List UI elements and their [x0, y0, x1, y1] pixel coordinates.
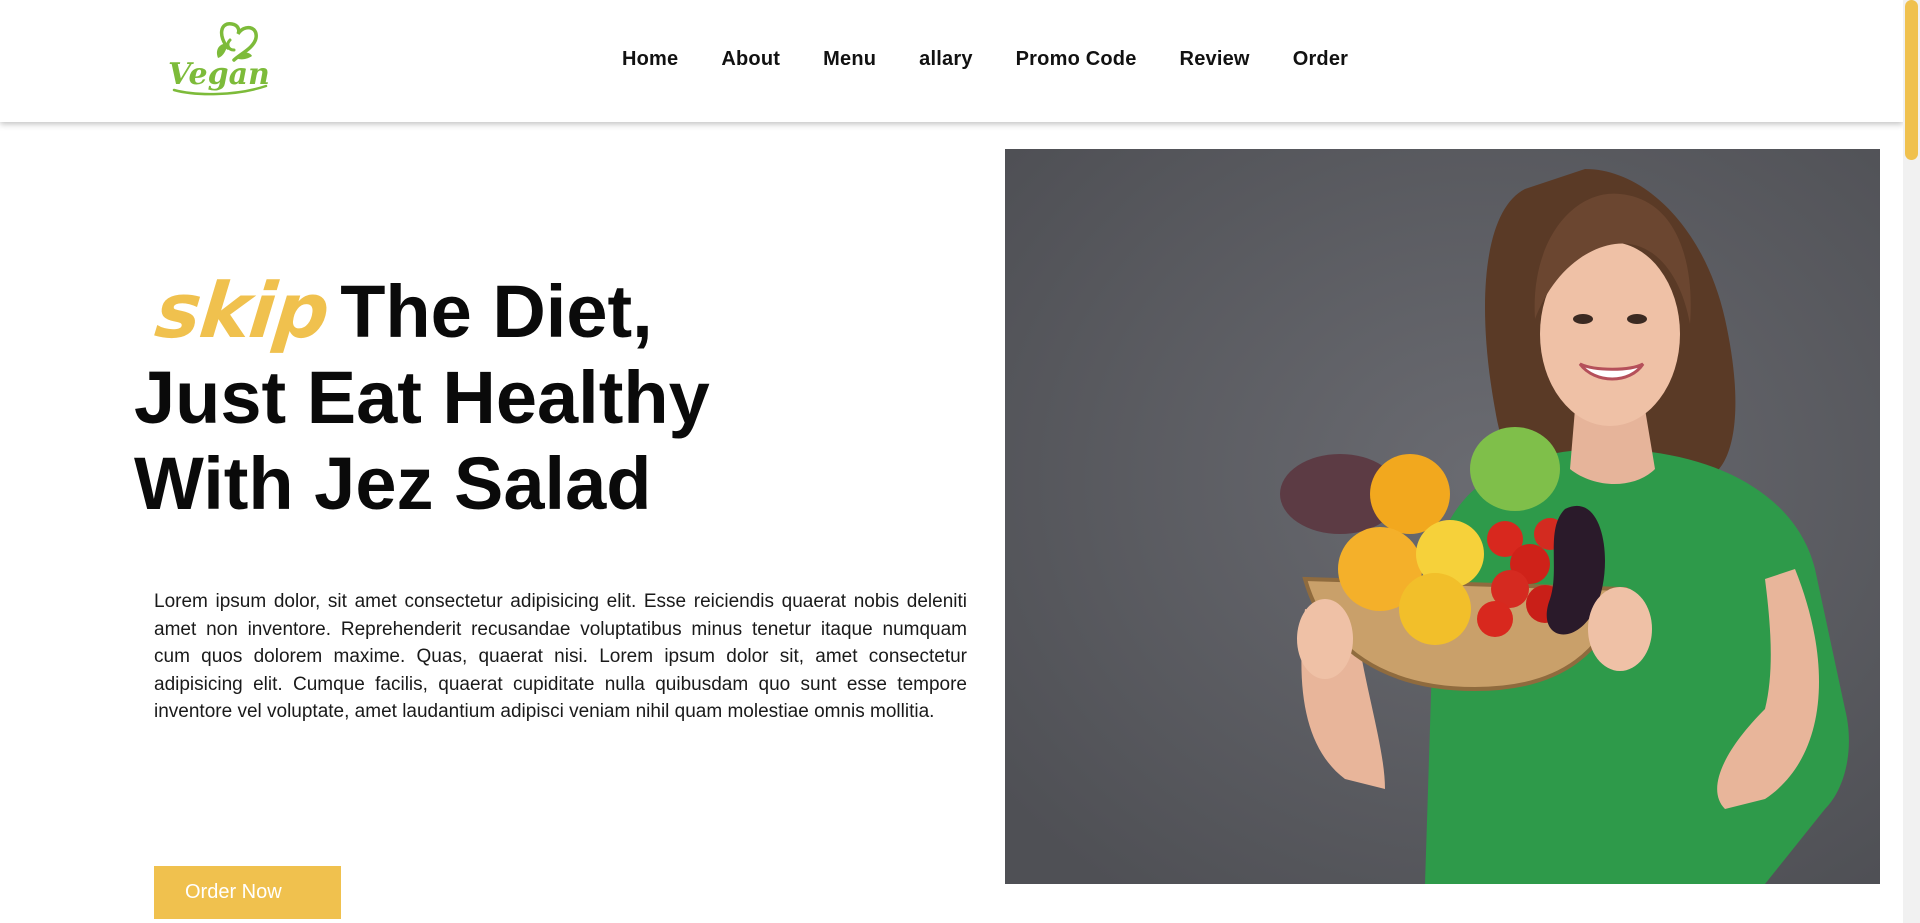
- hero-heading-line-1: skipThe Diet,: [134, 266, 854, 355]
- vegan-logo-icon: Vegan: [168, 22, 270, 96]
- vegan-logo[interactable]: Vegan: [166, 18, 272, 100]
- nav-review[interactable]: Review: [1180, 44, 1250, 74]
- order-now-button[interactable]: Order Now: [154, 866, 341, 919]
- hero-heading: skipThe Diet, Just Eat Healthy With Jez …: [134, 266, 854, 527]
- scrollbar-thumb[interactable]: [1905, 0, 1918, 160]
- nav-promo-code[interactable]: Promo Code: [1016, 44, 1137, 74]
- main-nav: Home About Menu allary Promo Code Review…: [622, 44, 1391, 74]
- woman-with-vegetables-illustration: [1005, 149, 1880, 884]
- site-header: Vegan Home About Menu allary Promo Code …: [0, 0, 1903, 122]
- hero-heading-line-1-text: The Diet,: [340, 270, 653, 353]
- nav-gallery[interactable]: allary: [919, 44, 972, 74]
- hero-heading-line-3: With Jez Salad: [134, 442, 652, 525]
- page-scrollbar[interactable]: [1903, 0, 1920, 923]
- nav-order[interactable]: Order: [1293, 44, 1348, 74]
- hero-accent-word: skip: [151, 266, 333, 355]
- hero-heading-line-2: Just Eat Healthy: [134, 356, 710, 439]
- vegan-logo-wordmark: Vegan: [168, 57, 270, 92]
- hero-image: [1005, 149, 1880, 884]
- nav-about[interactable]: About: [721, 44, 780, 74]
- nav-menu[interactable]: Menu: [823, 44, 876, 74]
- hero-description: Lorem ipsum dolor, sit amet consectetur …: [154, 591, 967, 722]
- nav-home[interactable]: Home: [622, 44, 678, 74]
